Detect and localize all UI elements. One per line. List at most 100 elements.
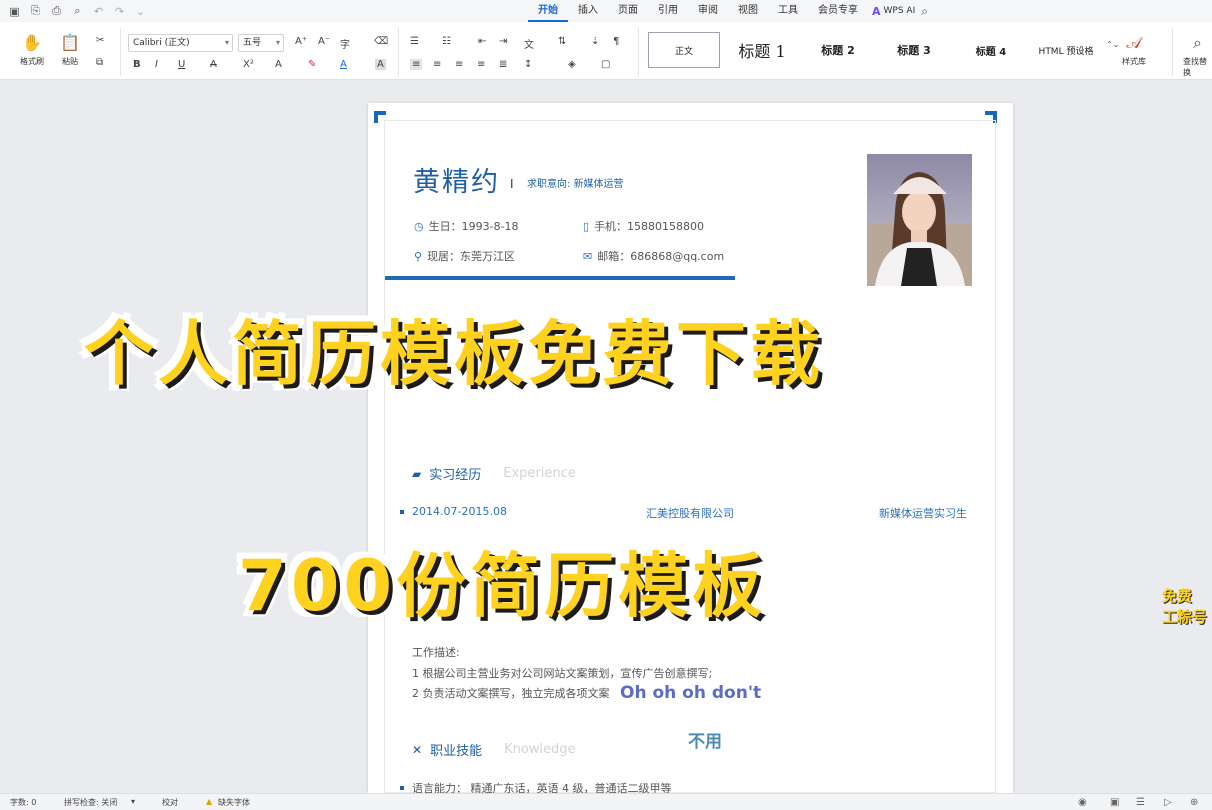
tab-tools[interactable]: 工具 (768, 0, 808, 22)
strikethrough-icon[interactable]: A (210, 59, 217, 70)
play-icon[interactable]: ▷ (1164, 797, 1172, 808)
spellcheck-status[interactable]: 拼写检查: 关闭 (64, 797, 117, 808)
font-color-icon[interactable]: A (340, 59, 347, 70)
phone-icon: ▯ (583, 219, 590, 233)
decrease-indent-icon[interactable]: ⇤ (478, 36, 486, 47)
style-heading-1[interactable]: 标题 1 (724, 32, 800, 68)
missing-font-status[interactable]: 缺失字体 (218, 797, 250, 808)
experience-role: 新媒体运营实习生 (879, 507, 967, 520)
align-center-icon[interactable]: ≡ (433, 59, 441, 70)
email-value: 邮箱：686868@qq.com (597, 250, 725, 263)
phone-row: ▯ 手机：15880158800 (583, 218, 704, 234)
character-shading-icon[interactable]: A (375, 59, 386, 70)
paragraph-spacing-icon[interactable]: ↕ (524, 59, 532, 70)
search-icon[interactable]: ⌕ (921, 4, 928, 19)
style-gallery-scroll-icon[interactable]: ⌃⌄ (1106, 40, 1119, 49)
sort-icon[interactable]: ⇣ (591, 36, 599, 47)
style-heading-3[interactable]: 标题 3 (876, 32, 952, 68)
superscript-icon[interactable]: X² (243, 59, 254, 70)
font-family-select[interactable]: Calibri (正文) ▾ (128, 34, 233, 52)
shading-icon[interactable]: ◈ (568, 59, 576, 70)
experience-date: 2014.07-2015.08 (412, 505, 507, 518)
grow-font-icon[interactable]: A⁺ (295, 36, 307, 47)
align-right-icon[interactable]: ≡ (455, 59, 463, 70)
tab-references[interactable]: 引用 (648, 0, 688, 22)
skills-title: 职业技能 (430, 744, 483, 759)
cut-icon[interactable]: ✂ (96, 35, 104, 46)
style-gallery-button[interactable]: 𝒜 样式库 (1122, 30, 1146, 67)
proofread-button[interactable]: 校对 (162, 797, 178, 808)
show-marks-icon[interactable]: ¶ (613, 36, 619, 47)
phonetic-guide-icon[interactable]: 字 (340, 36, 350, 51)
style-gallery-icon: 𝒜 (1126, 33, 1142, 52)
job-intent: 求职意向: 新媒体运营 (527, 175, 624, 190)
chinese-layout-icon[interactable]: 文 (524, 36, 534, 51)
style-normal-label: 正文 (674, 46, 693, 57)
justify-icon[interactable]: ≡ (477, 59, 485, 70)
tab-page[interactable]: 页面 (608, 0, 648, 22)
align-left-icon[interactable]: ≡ (410, 59, 423, 70)
eye-protection-icon[interactable]: ◉ (1078, 797, 1087, 808)
headline-caption: 个人简历模板免费下载 (84, 313, 824, 395)
find-replace-label: 查找替换 (1183, 57, 1207, 77)
skills-title-en: Knowledge (504, 742, 576, 757)
italic-icon[interactable]: I (155, 59, 158, 70)
style-normal[interactable]: 正文 (648, 32, 720, 68)
font-size-value: 五号 (243, 38, 262, 48)
internship-title-en: Experience (503, 466, 576, 481)
paste-button[interactable]: 📋 粘贴 (60, 30, 80, 67)
word-count[interactable]: 字数: 0 (10, 797, 36, 808)
text-cursor-icon: I (510, 177, 514, 191)
text-effect-icon[interactable]: A (275, 59, 282, 70)
format-painter-button[interactable]: ✋ 格式刷 (20, 30, 44, 67)
highlight-icon[interactable]: ✎ (308, 59, 316, 70)
ribbon-divider (120, 28, 121, 76)
increase-indent-icon[interactable]: ⇥ (499, 36, 507, 47)
web-view-icon[interactable]: ⊕ (1190, 797, 1198, 808)
save-icon[interactable]: ▣ (6, 3, 23, 20)
tab-home[interactable]: 开始 (528, 0, 568, 22)
export-pdf-icon[interactable]: ⎘ (27, 3, 44, 20)
line-spacing-icon[interactable]: ⇅ (558, 36, 566, 47)
style-html-preformatted[interactable]: HTML 预设格 (1030, 32, 1102, 68)
page-view-icon[interactable]: ▣ (1110, 797, 1119, 808)
style-gallery-label: 样式库 (1122, 57, 1146, 66)
print-preview-icon[interactable]: ⌕ (69, 3, 86, 20)
customize-chevron-icon[interactable]: ⌄ (132, 3, 149, 20)
menu-bar: ▣ ⎘ ⎙ ⌕ ↶ ↷ ⌄ 开始 插入 页面 引用 审阅 视图 工具 会员专享 … (0, 0, 1212, 22)
tab-insert[interactable]: 插入 (568, 0, 608, 22)
spellcheck-chevron-icon[interactable]: ▾ (131, 797, 135, 806)
find-replace-button[interactable]: ⌕ 查找替换 (1183, 30, 1212, 78)
underline-icon[interactable]: U (178, 59, 185, 70)
ribbon-divider (398, 28, 399, 76)
edge-caption-bottom: 工粽号 (1162, 608, 1208, 626)
style-heading-3-label: 标题 3 (897, 44, 931, 57)
style-heading-2[interactable]: 标题 2 (804, 32, 872, 68)
distributed-icon[interactable]: ≣ (499, 59, 507, 70)
clear-format-icon[interactable]: ⌫ (374, 36, 388, 47)
ribbon-toolbar: ✋ 格式刷 📋 粘贴 ✂ ⧉ Calibri (正文) ▾ 五号 ▾ A⁺ A⁻ 字… (0, 22, 1212, 80)
wps-ai-icon: A (872, 4, 881, 18)
portrait-illustration (867, 172, 972, 286)
copy-icon[interactable]: ⧉ (96, 57, 103, 68)
bullet-list-icon[interactable]: ☰ (410, 36, 419, 47)
borders-icon[interactable]: ▢ (601, 59, 610, 70)
tab-membership[interactable]: 会员专享 (808, 0, 868, 22)
font-size-select[interactable]: 五号 ▾ (238, 34, 284, 52)
style-heading-4[interactable]: 标题 4 (956, 32, 1026, 68)
birthday-value: 生日：1993-8-18 (428, 220, 519, 233)
undo-icon[interactable]: ↶ (90, 3, 107, 20)
numbered-list-icon[interactable]: ☷ (442, 36, 451, 47)
wps-ai-label: WPS AI (883, 6, 916, 16)
ribbon-tabs: 开始 插入 页面 引用 审阅 视图 工具 会员专享 A WPS AI ⌕ (528, 0, 928, 22)
outline-view-icon[interactable]: ☰ (1136, 797, 1145, 808)
wps-ai-button[interactable]: A WPS AI (872, 5, 915, 18)
tab-view[interactable]: 视图 (728, 0, 768, 22)
bold-icon[interactable]: B (133, 59, 141, 70)
shrink-font-icon[interactable]: A⁻ (318, 36, 330, 47)
tab-review[interactable]: 审阅 (688, 0, 728, 22)
print-icon[interactable]: ⎙ (48, 3, 65, 20)
redo-icon[interactable]: ↷ (111, 3, 128, 20)
job-intent-value: 新媒体运营 (573, 179, 624, 190)
style-heading-2-label: 标题 2 (821, 44, 855, 57)
